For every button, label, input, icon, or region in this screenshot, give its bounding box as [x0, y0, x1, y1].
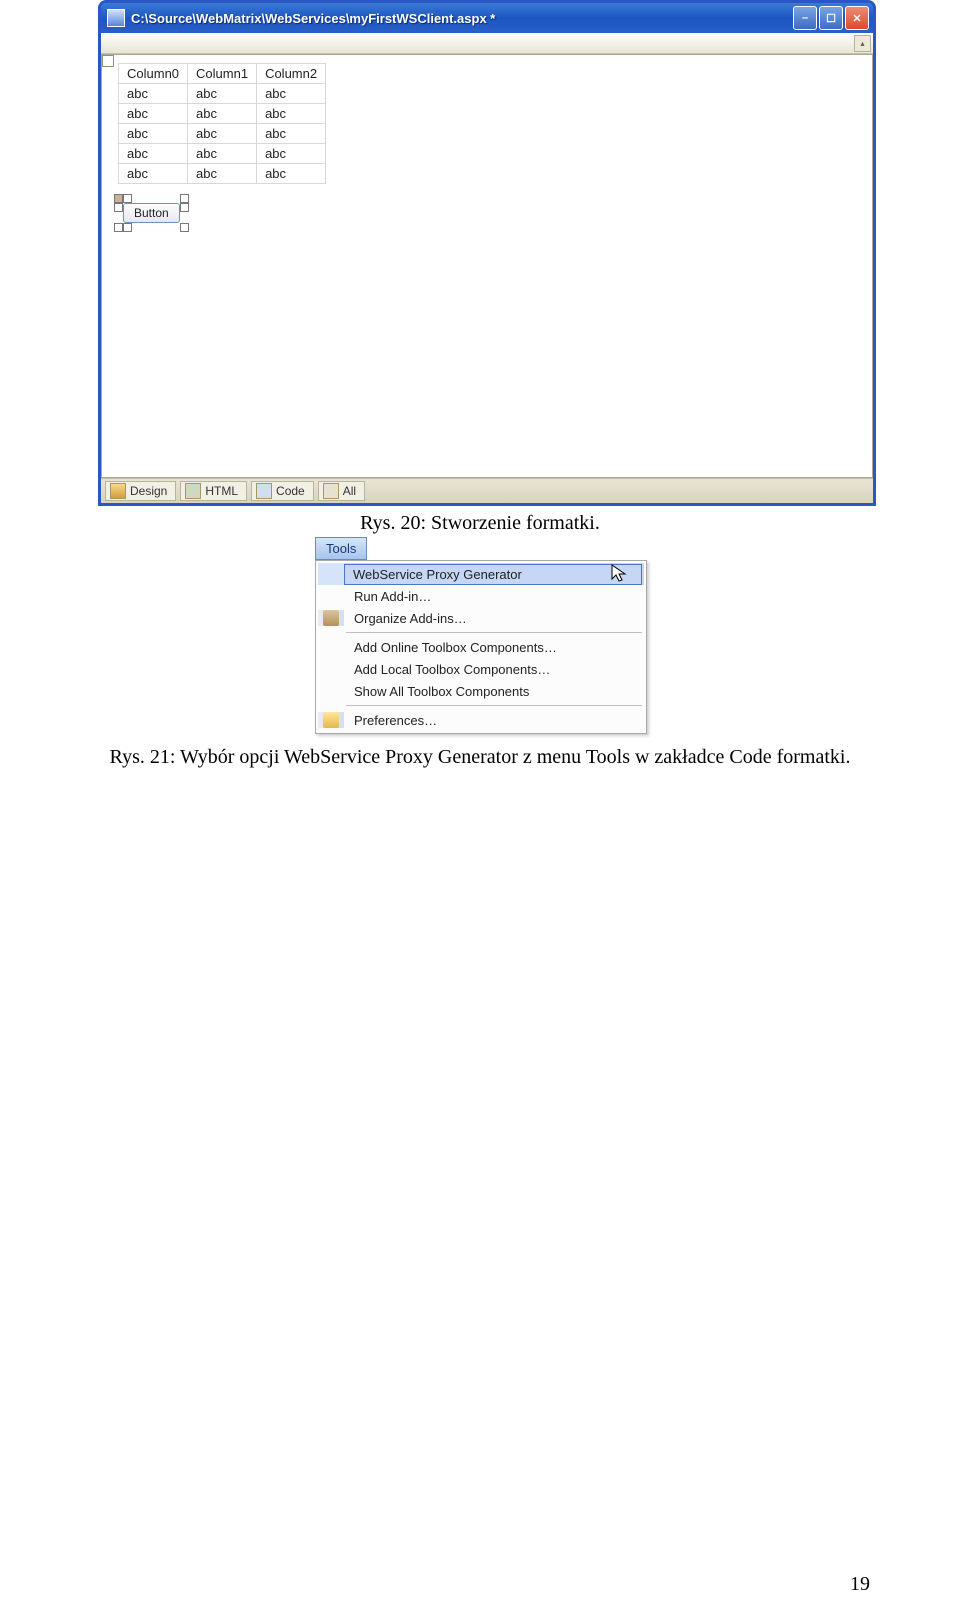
tab-design[interactable]: Design: [105, 481, 176, 501]
figure-caption-20: Rys. 20: Stworzenie formatki.: [0, 512, 960, 535]
tools-menu-button[interactable]: Tools: [315, 537, 367, 560]
menu-item-proxy-generator[interactable]: WebService Proxy Generator: [318, 563, 644, 585]
titlebar: C:\Source\WebMatrix\WebServices\myFirstW…: [101, 3, 873, 33]
resize-handle-icon[interactable]: [123, 194, 132, 203]
resize-handle-icon[interactable]: [180, 223, 189, 232]
table-row: abcabcabc: [119, 84, 326, 104]
menu-item-show-all[interactable]: Show All Toolbox Components: [318, 680, 644, 702]
menu-item-label: Add Local Toolbox Components…: [344, 662, 644, 677]
tools-dropdown: WebService Proxy Generator Run Add-in… O…: [315, 560, 647, 734]
menu-item-organize-addins[interactable]: Organize Add-ins…: [318, 607, 644, 629]
toolbar-bar: ▴: [101, 33, 873, 54]
app-icon: [107, 9, 125, 27]
close-button[interactable]: ✕: [845, 6, 869, 30]
column-header: Column2: [257, 64, 326, 84]
preferences-icon: [323, 712, 339, 728]
designer-window: C:\Source\WebMatrix\WebServices\myFirstW…: [98, 0, 876, 506]
menu-item-add-local[interactable]: Add Local Toolbox Components…: [318, 658, 644, 680]
all-icon: [323, 483, 339, 499]
tab-label: Code: [276, 484, 305, 498]
table-row: abcabcabc: [119, 104, 326, 124]
tab-html[interactable]: HTML: [180, 481, 247, 501]
code-icon: [256, 483, 272, 499]
menu-item-preferences[interactable]: Preferences…: [318, 709, 644, 731]
view-tabstrip: Design HTML Code All: [101, 478, 873, 503]
table-row: abcabcabc: [119, 144, 326, 164]
scroll-up-button[interactable]: ▴: [854, 35, 871, 52]
design-canvas[interactable]: Column0 Column1 Column2 abcabcabc abcabc…: [101, 54, 873, 478]
tab-label: HTML: [205, 484, 238, 498]
resize-handle-icon[interactable]: [180, 203, 189, 212]
menu-item-label: Organize Add-ins…: [344, 611, 644, 626]
column-header: Column1: [188, 64, 257, 84]
tab-label: Design: [130, 484, 167, 498]
tab-code[interactable]: Code: [251, 481, 314, 501]
design-icon: [110, 483, 126, 499]
tools-menu-screenshot: Tools WebService Proxy Generator Run Add…: [315, 537, 645, 734]
resize-handle-icon[interactable]: [114, 194, 123, 203]
resize-handle-icon[interactable]: [180, 194, 189, 203]
wrench-icon: [323, 610, 339, 626]
table-header-row: Column0 Column1 Column2: [119, 64, 326, 84]
resize-handle-icon[interactable]: [114, 223, 123, 232]
button-control[interactable]: Button: [123, 203, 180, 223]
grid-glyph-icon: [102, 55, 114, 67]
menu-item-label: Show All Toolbox Components: [344, 684, 644, 699]
resize-handle-icon[interactable]: [114, 203, 123, 212]
html-icon: [185, 483, 201, 499]
table-row: abcabcabc: [119, 124, 326, 144]
menu-item-label: Run Add-in…: [344, 589, 644, 604]
page-number: 19: [850, 1573, 870, 1596]
menu-item-run-addin[interactable]: Run Add-in…: [318, 585, 644, 607]
tab-label: All: [343, 484, 356, 498]
minimize-button[interactable]: –: [793, 6, 817, 30]
cursor-icon: [611, 564, 629, 584]
table-row: abcabcabc: [119, 164, 326, 184]
menu-item-label: WebService Proxy Generator: [344, 564, 642, 585]
menu-separator: [346, 705, 642, 706]
tab-all[interactable]: All: [318, 481, 365, 501]
menu-separator: [346, 632, 642, 633]
menu-item-label: Add Online Toolbox Components…: [344, 640, 644, 655]
button-control-selection: Button: [114, 194, 189, 232]
window-title: C:\Source\WebMatrix\WebServices\myFirstW…: [131, 11, 793, 26]
menu-item-add-online[interactable]: Add Online Toolbox Components…: [318, 636, 644, 658]
menu-item-label: Preferences…: [344, 713, 644, 728]
resize-handle-icon[interactable]: [123, 223, 132, 232]
figure-caption-21: Rys. 21: Wybór opcji WebService Proxy Ge…: [0, 746, 960, 769]
maximize-button[interactable]: ☐: [819, 6, 843, 30]
data-grid[interactable]: Column0 Column1 Column2 abcabcabc abcabc…: [118, 63, 326, 184]
column-header: Column0: [119, 64, 188, 84]
